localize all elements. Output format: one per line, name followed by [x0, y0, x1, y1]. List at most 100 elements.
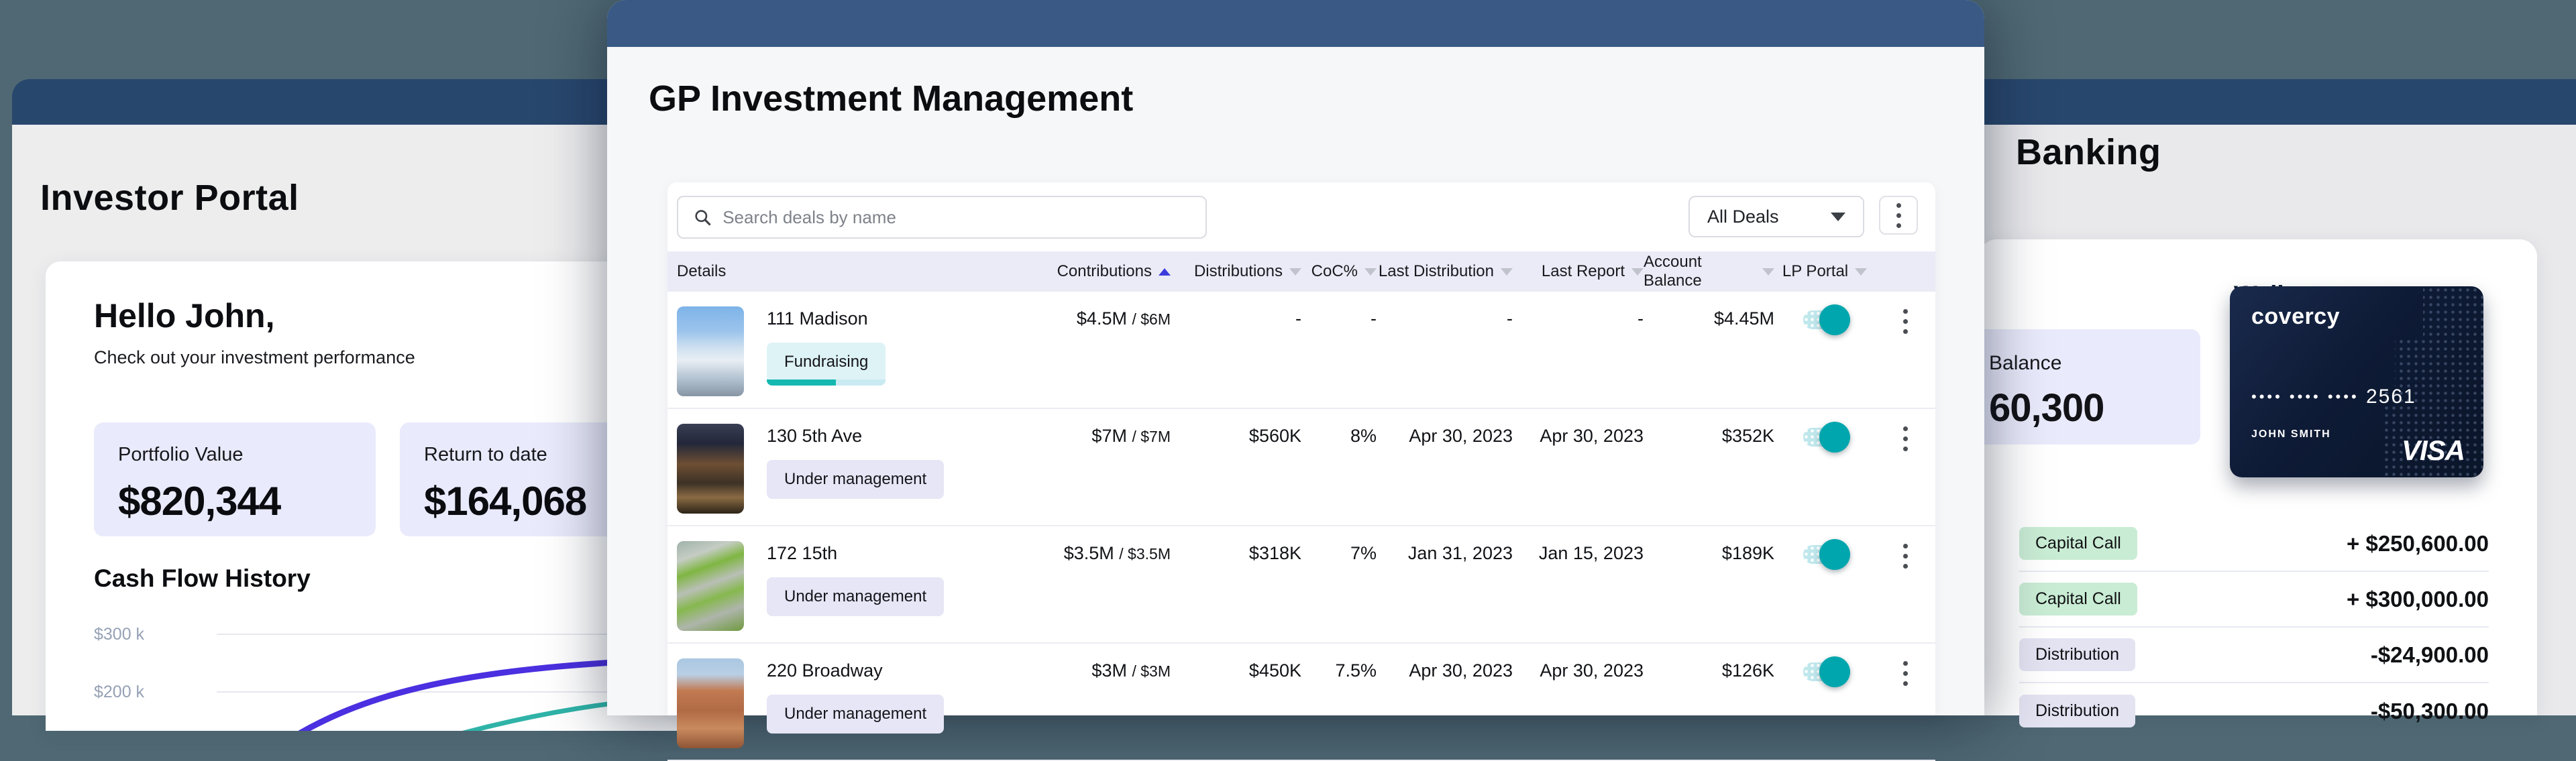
toolbar-menu-button[interactable] — [1879, 196, 1918, 235]
column-details[interactable]: Details — [677, 262, 1043, 281]
row-menu-kebab-icon[interactable] — [1903, 544, 1908, 569]
transactions-list: Capital Call + $250,600.00 Capital Call … — [2019, 516, 2489, 739]
status-badge: Under management — [767, 577, 944, 616]
search-icon — [693, 207, 712, 227]
transaction-type-badge: Capital Call — [2019, 583, 2137, 616]
deals-panel: All Deals Details Contributions Distribu… — [667, 182, 1935, 715]
portfolio-value-card: Portfolio Value $820,344 — [94, 422, 376, 536]
column-lp-portal[interactable]: LP Portal — [1774, 262, 1875, 281]
column-last-distribution[interactable]: Last Distribution — [1377, 262, 1513, 281]
transaction-row: Capital Call + $250,600.00 — [2019, 516, 2489, 572]
balance-card: Balance 60,300 — [1955, 329, 2200, 445]
visa-logo: VISA — [2402, 434, 2465, 467]
last-distribution-cell: - — [1377, 306, 1513, 331]
deal-thumbnail — [677, 541, 744, 631]
contributions-cell: $3.5M / $3.5M — [1043, 541, 1171, 566]
column-contributions[interactable]: Contributions — [1043, 262, 1171, 281]
last-distribution-cell: Jan 31, 2023 — [1377, 541, 1513, 565]
lp-portal-toggle[interactable] — [1803, 310, 1846, 329]
card-holder-name: JOHN SMITH — [2251, 428, 2331, 441]
coc-cell: - — [1301, 306, 1377, 331]
lp-portal-toggle[interactable] — [1803, 662, 1846, 681]
banking-titlebar — [1945, 79, 2576, 125]
last-distribution-cell: Apr 30, 2023 — [1377, 424, 1513, 448]
table-header: Details Contributions Distributions CoC%… — [667, 251, 1935, 292]
transaction-row: Capital Call + $300,000.00 — [2019, 572, 2489, 628]
credit-card: covercy •••• •••• •••• 2561 JOHN SMITH V… — [2230, 286, 2483, 477]
account-balance-cell: $126K — [1644, 658, 1774, 683]
column-last-report[interactable]: Last Report — [1513, 262, 1644, 281]
card-number: •••• •••• •••• 2561 — [2251, 386, 2416, 408]
transaction-row: Distribution -$24,900.00 — [2019, 628, 2489, 683]
last-distribution-cell: Apr 30, 2023 — [1377, 658, 1513, 683]
sort-desc-icon — [1289, 268, 1301, 276]
coc-cell: 7.5% — [1301, 658, 1377, 683]
account-balance-cell: $4.45M — [1644, 306, 1774, 331]
desktop-backdrop: Investor Portal Hello John, Check out yo… — [0, 0, 2576, 715]
deal-thumbnail — [677, 424, 744, 514]
sort-desc-icon — [1631, 268, 1644, 276]
transaction-type-badge: Distribution — [2019, 695, 2135, 727]
row-menu-kebab-icon[interactable] — [1903, 661, 1908, 686]
transaction-type-badge: Distribution — [2019, 638, 2135, 671]
cash-flow-history-title: Cash Flow History — [94, 565, 311, 593]
coc-cell: 7% — [1301, 541, 1377, 565]
lp-portal-toggle[interactable] — [1803, 428, 1846, 447]
deal-row-220-broadway[interactable]: 220 Broadway Under management $3M / $3M … — [667, 644, 1935, 761]
investor-portal-title: Investor Portal — [40, 177, 299, 219]
column-coc[interactable]: CoC% — [1301, 262, 1377, 281]
deal-row-130-5th-ave[interactable]: 130 5th Ave Under management $7M / $7M $… — [667, 409, 1935, 526]
search-box[interactable] — [677, 196, 1207, 239]
distributions-cell: $560K — [1171, 424, 1301, 448]
sort-desc-icon — [1855, 268, 1867, 276]
greeting-text: Hello John, — [94, 296, 274, 335]
search-input[interactable] — [722, 207, 1191, 228]
toggle-knob — [1819, 539, 1850, 570]
distributions-cell: - — [1171, 306, 1301, 331]
coc-cell: 8% — [1301, 424, 1377, 448]
deals-toolbar: All Deals — [667, 182, 1935, 251]
column-account-balance[interactable]: Account Balance — [1644, 253, 1774, 290]
deal-thumbnail — [677, 658, 744, 748]
transaction-row: Distribution -$50,300.00 — [2019, 683, 2489, 739]
column-distributions[interactable]: Distributions — [1171, 262, 1301, 281]
deal-name: 220 Broadway — [767, 658, 944, 683]
deals-filter-value: All Deals — [1707, 207, 1779, 227]
deal-name: 130 5th Ave — [767, 424, 944, 448]
banking-title: Banking — [2016, 131, 2161, 173]
balance-amount: 60,300 — [1989, 386, 2200, 430]
deals-filter-dropdown[interactable]: All Deals — [1688, 196, 1864, 237]
deal-row-111-madison[interactable]: 111 Madison Fundraising $4.5M / $6M - - … — [667, 292, 1935, 409]
lp-portal-toggle[interactable] — [1803, 545, 1846, 564]
gp-window: GP Investment Management All Deals — [607, 0, 1984, 715]
deal-row-172-15th[interactable]: 172 15th Under management $3.5M / $3.5M … — [667, 526, 1935, 644]
sort-asc-icon — [1159, 268, 1171, 276]
kebab-icon — [1896, 203, 1901, 228]
toggle-knob — [1819, 656, 1850, 687]
toggle-knob — [1819, 304, 1850, 335]
transaction-amount: -$50,300.00 — [2371, 699, 2489, 724]
card-last-digits: 2561 — [2366, 386, 2416, 408]
distributions-cell: $318K — [1171, 541, 1301, 565]
gp-titlebar — [607, 0, 1984, 47]
last-report-cell: - — [1513, 306, 1644, 331]
account-balance-cell: $189K — [1644, 541, 1774, 565]
last-report-cell: Apr 30, 2023 — [1513, 658, 1644, 683]
status-badge: Under management — [767, 460, 944, 499]
chevron-down-icon — [1831, 213, 1845, 221]
row-menu-kebab-icon[interactable] — [1903, 426, 1908, 451]
last-report-cell: Apr 30, 2023 — [1513, 424, 1644, 448]
row-menu-kebab-icon[interactable] — [1903, 309, 1908, 334]
covercy-logo: covercy — [2251, 304, 2340, 330]
deal-thumbnail — [677, 306, 744, 396]
banking-card: Wallet Balance 60,300 covercy •••• •••• … — [1979, 239, 2537, 715]
fundraising-progress-bar — [767, 379, 885, 386]
sort-desc-icon — [1762, 268, 1774, 276]
sort-desc-icon — [1364, 268, 1377, 276]
transaction-amount: + $300,000.00 — [2347, 587, 2489, 612]
status-badge: Under management — [767, 695, 944, 734]
card-number-dots: •••• •••• •••• — [2251, 388, 2359, 405]
balance-label: Balance — [1989, 352, 2200, 375]
distributions-cell: $450K — [1171, 658, 1301, 683]
account-balance-cell: $352K — [1644, 424, 1774, 448]
